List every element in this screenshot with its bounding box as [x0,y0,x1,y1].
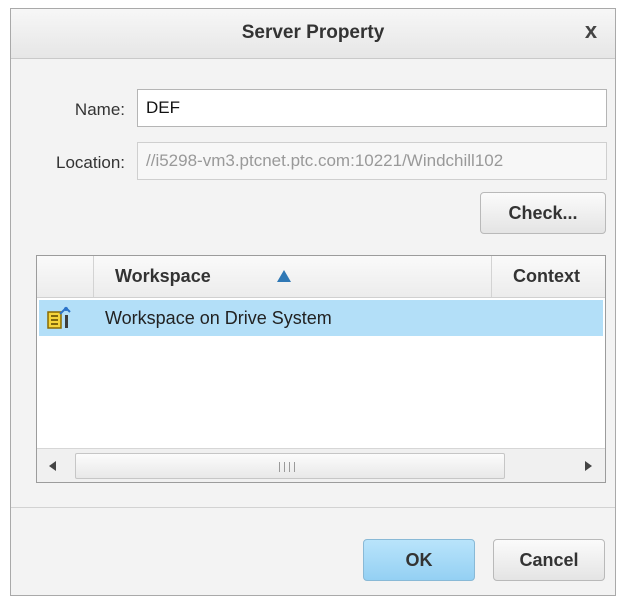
horizontal-scrollbar[interactable] [37,448,605,482]
grip-icon [279,462,297,472]
scroll-left-button[interactable] [41,453,67,479]
table-header: Workspace Context [37,256,605,298]
arrow-left-icon [49,461,56,471]
column-header-workspace[interactable]: Workspace [115,256,211,297]
footer-divider [11,507,615,508]
scrollbar-thumb[interactable] [75,453,505,479]
name-field[interactable] [137,89,607,127]
table-row[interactable]: Workspace on Drive System [39,300,603,336]
dialog-title: Server Property [241,22,385,43]
title-bar[interactable]: Server Property x [11,9,615,59]
location-field[interactable] [137,142,607,180]
column-separator [93,256,94,297]
name-label: Name: [74,100,125,119]
sort-ascending-icon [277,270,291,282]
column-separator [491,256,492,297]
workspace-name: Workspace on Drive System [105,308,332,328]
cancel-button[interactable]: Cancel [493,539,605,581]
location-label: Location: [56,153,125,172]
workspace-table[interactable]: Workspace Context Workspace on Drive Sys… [36,255,606,483]
ok-button[interactable]: OK [363,539,475,581]
arrow-right-icon [585,461,592,471]
server-property-dialog: Server Property x Name: Location: Check.… [10,8,616,596]
close-icon[interactable]: x [579,19,603,43]
column-header-context[interactable]: Context [513,256,580,297]
workspace-icon [47,306,71,329]
check-button[interactable]: Check... [480,192,606,234]
scroll-right-button[interactable] [575,453,601,479]
